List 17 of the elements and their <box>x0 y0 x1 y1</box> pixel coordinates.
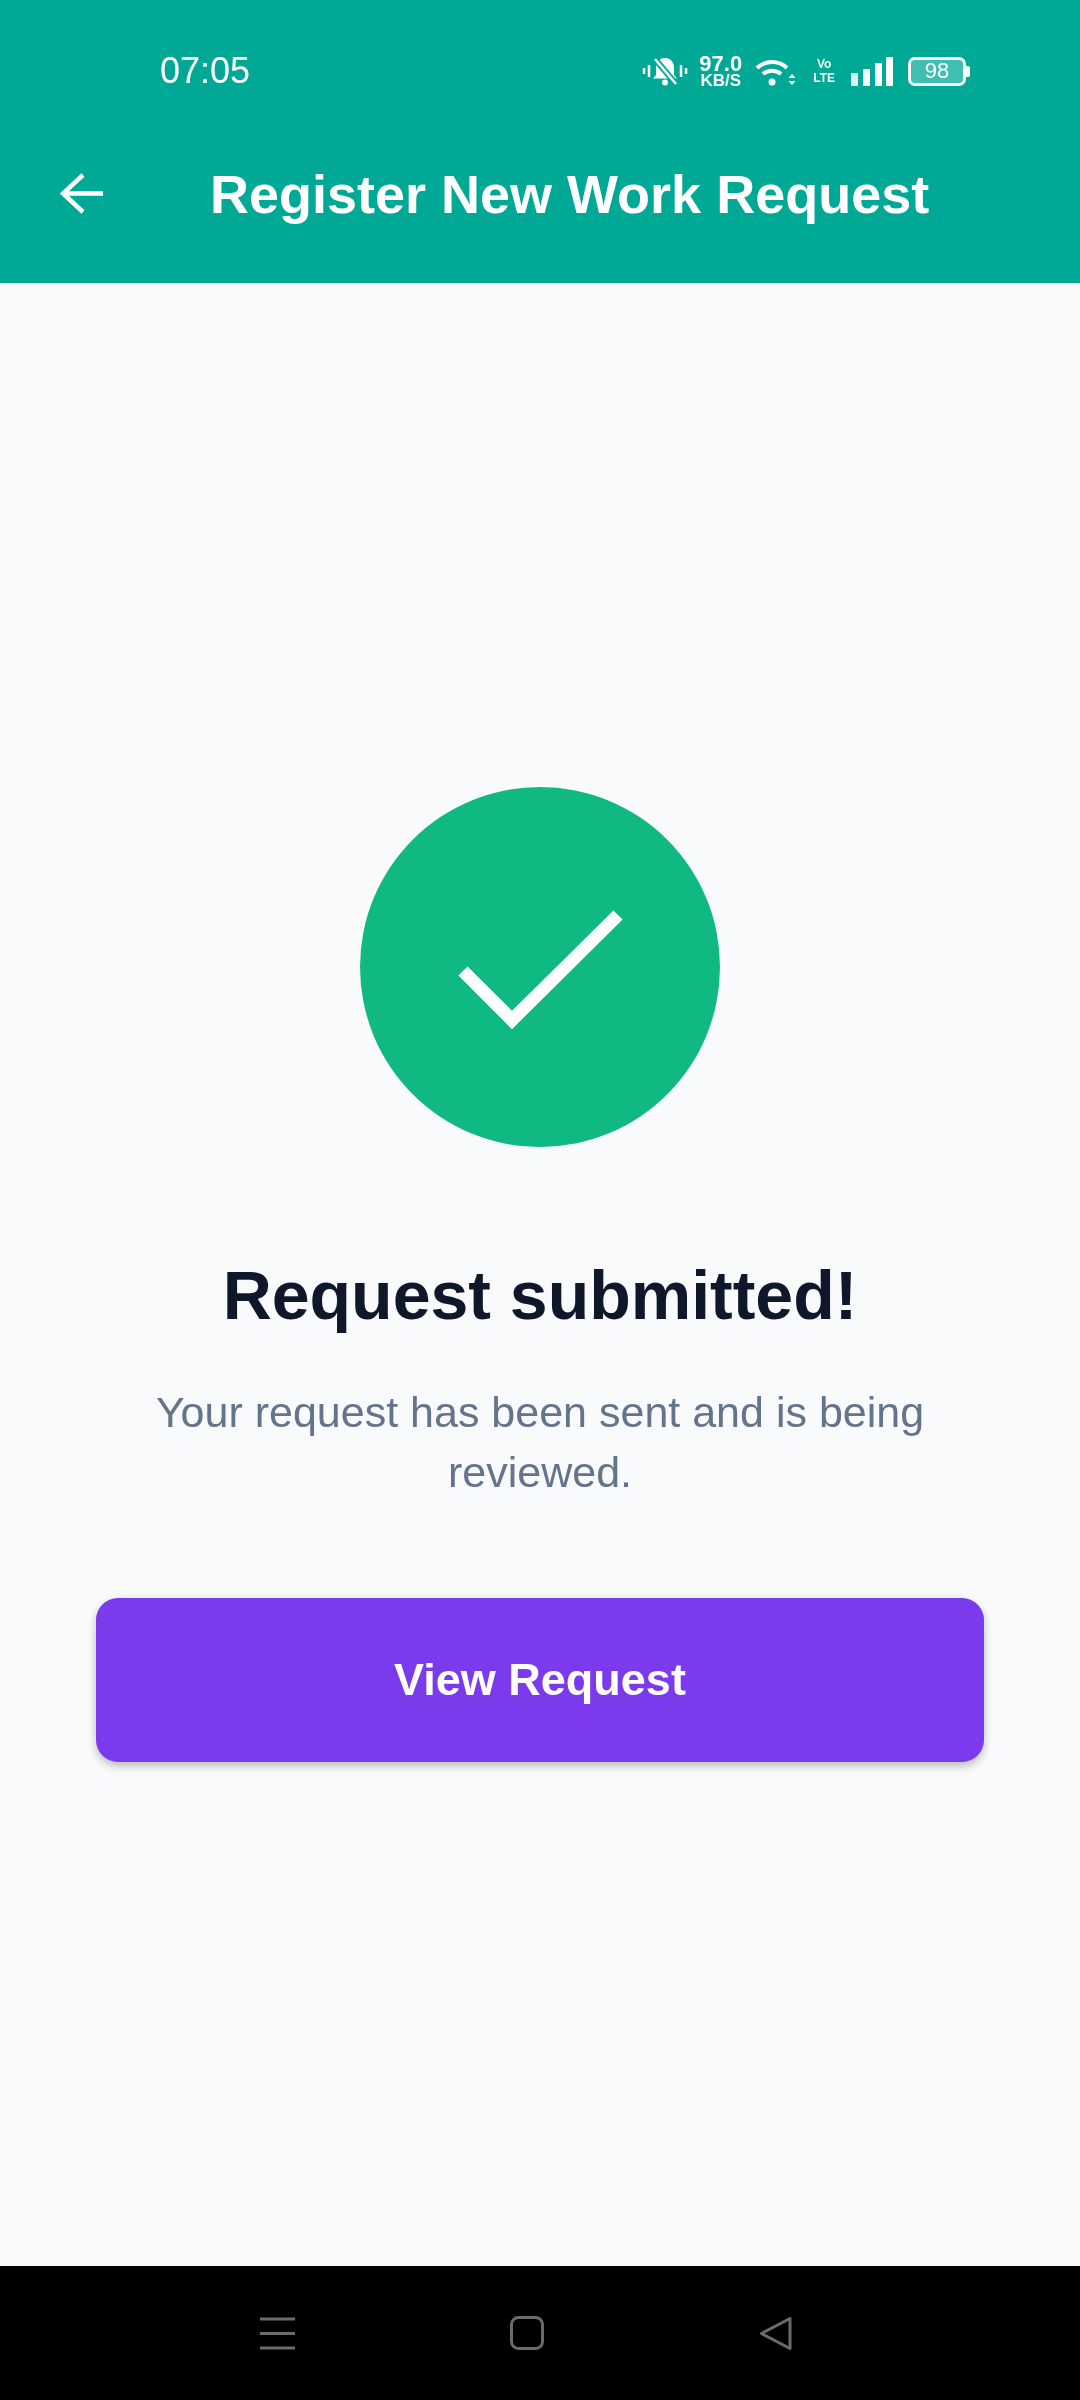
back-arrow-icon[interactable] <box>58 171 105 216</box>
bell-slash-icon <box>642 55 689 87</box>
volte-label: LTE <box>813 71 835 85</box>
signal-icon <box>851 56 893 86</box>
check-circle-icon <box>360 787 720 1147</box>
view-request-button[interactable]: View Request <box>96 1598 984 1762</box>
confirmation-heading: Request submitted! <box>222 1256 858 1335</box>
home-square-icon[interactable] <box>510 2316 544 2350</box>
status-time: 07:05 <box>160 51 251 91</box>
network-speed-unit: KB/S <box>700 72 742 89</box>
volte-label: Vo <box>816 57 832 71</box>
menu-icon[interactable] <box>260 2315 295 2351</box>
confirmation-message: Your request has been sent and is being reviewed. <box>154 1387 926 1498</box>
battery-indicator: 98 <box>908 56 970 86</box>
app-bar-title: Register New Work Request <box>210 162 930 225</box>
network-speed: 97.0 <box>699 53 743 73</box>
back-triangle-icon[interactable] <box>759 2315 792 2351</box>
